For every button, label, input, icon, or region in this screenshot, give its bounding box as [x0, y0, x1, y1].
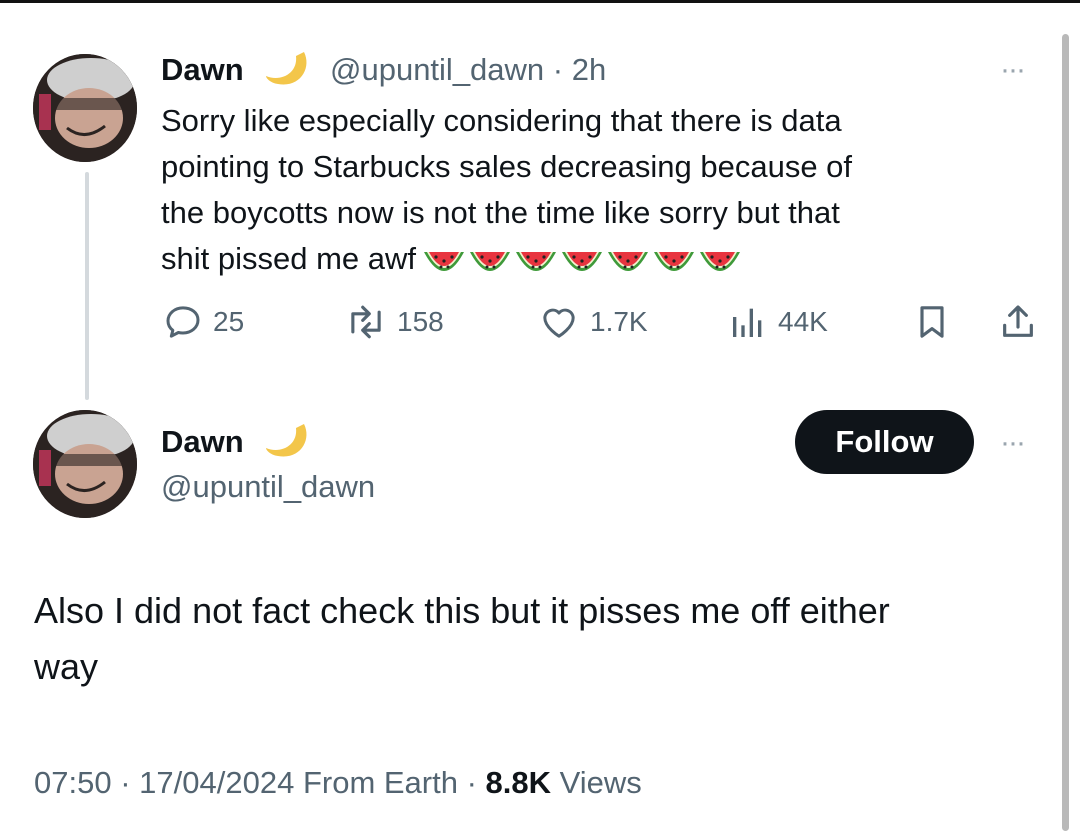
display-name[interactable]: Dawn: [161, 424, 244, 460]
avatar[interactable]: [33, 410, 137, 518]
tweet-time[interactable]: 07:50: [34, 765, 112, 800]
tweet-text-line: Also I did not fact check this but it pi…: [34, 590, 890, 631]
reply-text-line: Sorry like especially considering that t…: [161, 103, 842, 138]
crescent-moon-icon: [266, 52, 307, 85]
bookmark-icon: [920, 306, 944, 338]
reply-text-line: pointing to Starbucks sales decreasing b…: [161, 149, 853, 184]
timestamp[interactable]: 2h: [572, 52, 606, 87]
more-options-icon[interactable]: ···: [1000, 55, 1026, 85]
reply-text-line: shit pissed me awf: [161, 241, 416, 276]
more-options-icon[interactable]: ···: [1000, 428, 1026, 458]
views-label[interactable]: Views: [560, 765, 642, 800]
repost-count: 158: [397, 306, 444, 337]
tweet-meta: 07:50 · 17/04/2024 From Earth · 8.8K Vie…: [34, 765, 642, 801]
separator: ·: [552, 52, 564, 87]
like-count: 1.7K: [590, 306, 648, 337]
reply-icon: [166, 306, 200, 338]
watermelon-emoji: [424, 251, 464, 271]
views-count: 44K: [778, 306, 828, 337]
watermelon-emoji-row: [422, 238, 744, 284]
follow-button[interactable]: Follow: [795, 410, 974, 474]
tweet-date[interactable]: 17/04/2024: [139, 765, 294, 800]
watermelon-emoji: [654, 251, 694, 271]
repost-button[interactable]: 158: [343, 302, 444, 342]
share-icon: [1003, 305, 1033, 337]
reply-text: Sorry like especially considering that t…: [161, 98, 1021, 282]
watermelon-emoji: [470, 251, 510, 271]
reply-button[interactable]: 25: [163, 302, 244, 342]
separator: ·: [466, 765, 477, 800]
views-chart-icon: [733, 308, 762, 337]
scrollbar[interactable]: [1062, 34, 1069, 831]
handle[interactable]: @upuntil_dawn: [330, 52, 544, 87]
crescent-moon-icon: [266, 424, 307, 457]
tweet-source: From Earth: [302, 765, 458, 800]
separator: ·: [120, 765, 131, 800]
watermelon-emoji: [516, 251, 556, 271]
views-button[interactable]: 44K: [728, 302, 828, 342]
reply-count: 25: [213, 306, 245, 337]
avatar-image: [33, 410, 137, 518]
views-count[interactable]: 8.8K: [486, 765, 551, 800]
like-button[interactable]: 1.7K: [538, 302, 648, 342]
share-button[interactable]: [998, 302, 1038, 342]
tweet-text: Also I did not fact check this but it pi…: [34, 583, 1044, 695]
watermelon-emoji: [608, 251, 648, 271]
repost-icon: [351, 305, 381, 339]
avatar[interactable]: [33, 54, 137, 162]
heart-icon: [543, 308, 575, 338]
reply-text-line: the boycotts now is not the time like so…: [161, 195, 840, 230]
bookmark-button[interactable]: [912, 302, 952, 342]
handle[interactable]: @upuntil_dawn: [161, 469, 375, 505]
tweet-text-line: way: [34, 646, 99, 687]
watermelon-emoji: [700, 251, 740, 271]
display-name[interactable]: Dawn: [161, 52, 244, 88]
avatar-image: [33, 54, 137, 162]
watermelon-emoji: [562, 251, 602, 271]
top-border: [0, 0, 1080, 3]
thread-line: [85, 172, 89, 400]
